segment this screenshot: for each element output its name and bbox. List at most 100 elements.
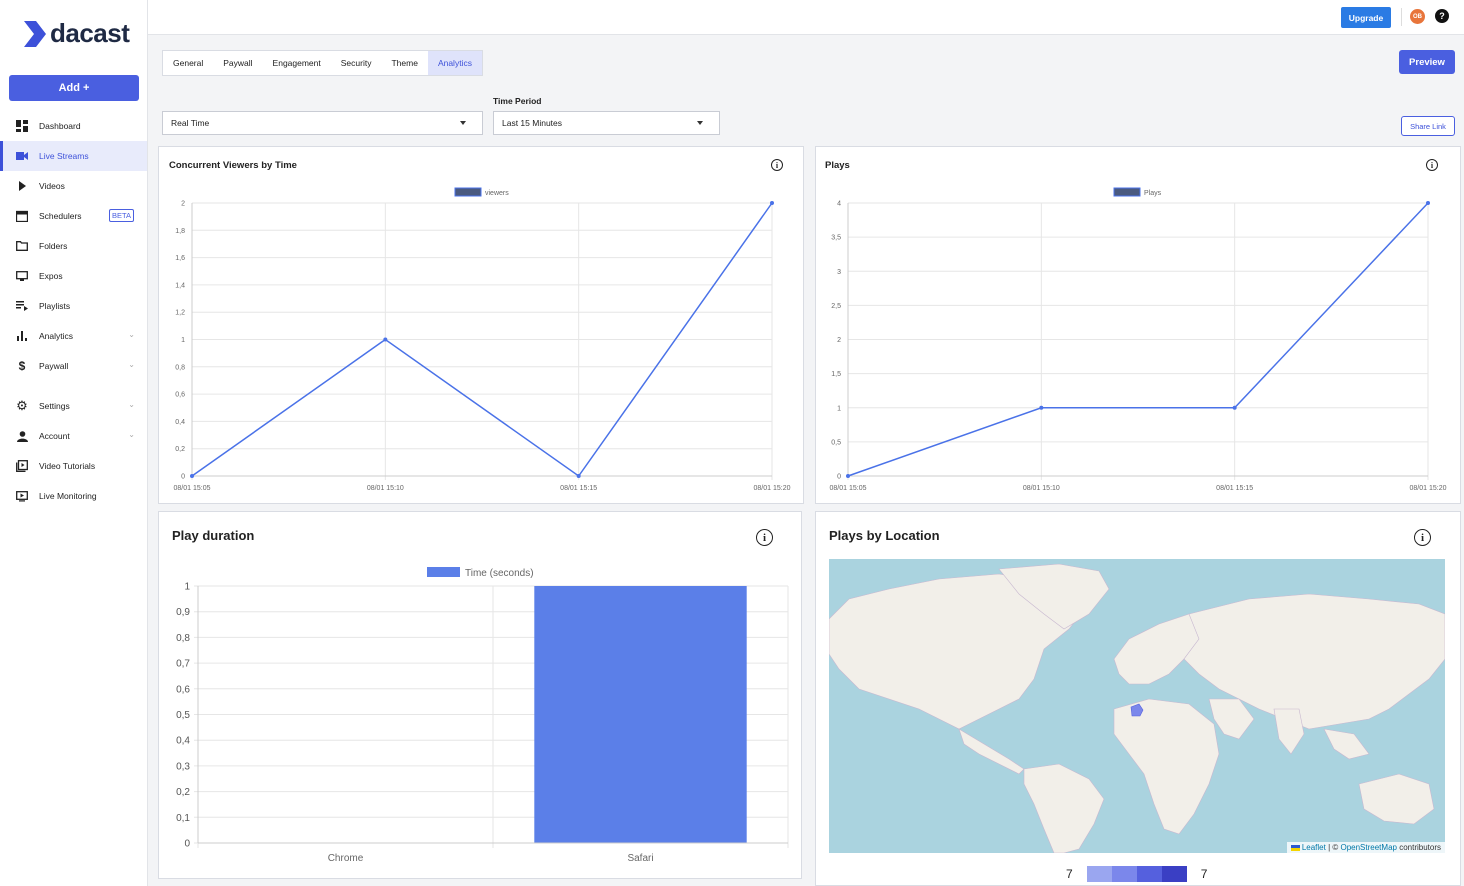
sidebar-item-account[interactable]: Account ⌄ bbox=[0, 421, 147, 451]
y-tick-label: 0,5 bbox=[176, 710, 190, 721]
sidebar-item-label: Account bbox=[39, 431, 70, 441]
tab-engagement[interactable]: Engagement bbox=[263, 51, 331, 75]
dacast-logo[interactable]: dacast bbox=[22, 18, 130, 49]
sidebar-item-label: Paywall bbox=[39, 361, 69, 371]
scale-swatch bbox=[1161, 866, 1187, 882]
x-tick-label: 08/01 15:15 bbox=[560, 485, 597, 492]
scale-max: 7 bbox=[1200, 867, 1208, 881]
sidebar-item-expos[interactable]: Expos bbox=[0, 261, 147, 291]
sidebar-item-schedulers[interactable]: Schedulers BETA bbox=[0, 201, 147, 231]
y-tick-label: 4 bbox=[837, 201, 841, 208]
y-tick-label: 0,3 bbox=[176, 761, 190, 772]
sidebar-item-label: Playlists bbox=[39, 301, 71, 311]
share-link-button[interactable]: Share Link bbox=[1401, 116, 1455, 136]
openstreetmap-link[interactable]: OpenStreetMap bbox=[1340, 843, 1396, 852]
world-map[interactable]: Leaflet | © OpenStreetMap contributors bbox=[829, 559, 1445, 853]
sidebar-item-paywall[interactable]: $ Paywall ⌄ bbox=[0, 351, 147, 381]
top-bar: Upgrade OB ? bbox=[148, 0, 1464, 35]
sidebar-item-settings[interactable]: ⚙ Settings ⌄ bbox=[0, 391, 147, 421]
sidebar-item-live-streams[interactable]: Live Streams bbox=[0, 141, 147, 171]
y-tick-label: 1,6 bbox=[175, 255, 185, 262]
legend-swatch bbox=[454, 187, 482, 197]
x-tick-label: 08/01 15:05 bbox=[830, 485, 867, 492]
sidebar-item-label: Expos bbox=[39, 271, 63, 281]
mode-select[interactable]: Real Time bbox=[162, 111, 483, 135]
tab-general[interactable]: General bbox=[163, 51, 213, 75]
user-icon bbox=[15, 429, 29, 443]
map-color-scale: 7 7 bbox=[1066, 866, 1207, 882]
y-tick-label: 2,5 bbox=[831, 303, 841, 310]
map-attribution: Leaflet | © OpenStreetMap contributors bbox=[1286, 842, 1445, 853]
dacast-logo-icon bbox=[24, 20, 46, 47]
dashboard-icon bbox=[15, 119, 29, 133]
africa bbox=[1113, 698, 1220, 835]
sidebar-item-videos[interactable]: Videos bbox=[0, 171, 147, 201]
sidebar-item-analytics[interactable]: Analytics ⌄ bbox=[0, 321, 147, 351]
y-tick-label: 2 bbox=[837, 337, 841, 344]
tab-paywall[interactable]: Paywall bbox=[213, 51, 262, 75]
play-duration-card: Play duration i Time (seconds) 0 0,1 0,2 0,3… bbox=[158, 511, 802, 879]
data-point bbox=[383, 337, 388, 342]
sidebar-item-label: Live Monitoring bbox=[39, 491, 97, 501]
y-tick-label: 1 bbox=[184, 582, 190, 593]
plays-by-location-card: Plays by Location i Leaflet | © OpenStre… bbox=[815, 511, 1461, 886]
y-tick-label: 0,4 bbox=[176, 736, 190, 747]
beta-badge: BETA bbox=[109, 209, 135, 222]
x-tick-label: 08/01 15:20 bbox=[754, 485, 791, 492]
x-tick-label: 08/01 15:20 bbox=[1410, 485, 1447, 492]
x-tick-label: 08/01 15:10 bbox=[1023, 485, 1060, 492]
attribution-text: contributors bbox=[1396, 843, 1441, 852]
info-icon[interactable]: i bbox=[1414, 529, 1431, 546]
sidebar-item-video-tutorials[interactable]: Video Tutorials bbox=[0, 451, 147, 481]
upgrade-button[interactable]: Upgrade bbox=[1341, 7, 1391, 28]
y-tick-label: 0 bbox=[181, 474, 185, 481]
add-button[interactable]: Add + bbox=[9, 75, 139, 101]
play-icon bbox=[15, 179, 29, 193]
tab-analytics[interactable]: Analytics bbox=[427, 51, 482, 75]
australia bbox=[1358, 773, 1435, 825]
sidebar-item-folders[interactable]: Folders bbox=[0, 231, 147, 261]
sidebar-item-dashboard[interactable]: Dashboard bbox=[0, 111, 147, 141]
help-icon[interactable]: ? bbox=[1435, 9, 1449, 23]
y-tick-label: 1,8 bbox=[175, 228, 185, 235]
playlist-icon bbox=[15, 299, 29, 313]
video-camera-icon bbox=[15, 149, 29, 163]
dollar-icon: $ bbox=[18, 359, 26, 373]
y-tick-label: 0,6 bbox=[176, 684, 190, 695]
south-america bbox=[1023, 763, 1105, 853]
y-tick-label: 2 bbox=[181, 201, 185, 208]
folder-icon bbox=[15, 239, 29, 253]
sidebar-item-label: Schedulers bbox=[39, 211, 82, 221]
tab-security[interactable]: Security bbox=[331, 51, 382, 75]
chevron-down-icon: ⌄ bbox=[128, 360, 135, 369]
x-tick-label: Chrome bbox=[328, 853, 364, 864]
data-point bbox=[190, 474, 194, 478]
y-tick-label: 0,1 bbox=[176, 813, 190, 824]
video-library-icon bbox=[15, 459, 29, 473]
scale-min: 7 bbox=[1066, 867, 1073, 881]
india bbox=[1273, 708, 1305, 755]
gear-icon: ⚙ bbox=[16, 398, 28, 413]
sidebar-item-live-monitoring[interactable]: Live Monitoring bbox=[0, 481, 147, 511]
x-tick-label: 08/01 15:15 bbox=[1216, 485, 1253, 492]
viewers-card: Concurrent Viewers by Time i viewers 0 0,2… bbox=[158, 146, 804, 504]
data-point bbox=[1039, 405, 1044, 410]
preview-button[interactable]: Preview bbox=[1399, 50, 1455, 74]
sidebar-item-label: Settings bbox=[39, 401, 70, 411]
tab-theme[interactable]: Theme bbox=[381, 51, 427, 75]
sidebar-item-label: Folders bbox=[39, 241, 68, 251]
chevron-down-icon: ⌄ bbox=[128, 330, 135, 339]
leaflet-link[interactable]: Leaflet bbox=[1302, 843, 1326, 852]
x-tick-label: 08/01 15:05 bbox=[174, 485, 211, 492]
y-tick-label: 3 bbox=[837, 269, 841, 276]
sidebar-item-playlists[interactable]: Playlists bbox=[0, 291, 147, 321]
avatar[interactable]: OB bbox=[1410, 9, 1425, 24]
sidebar-nav: Dashboard Live Streams Videos Schedulers… bbox=[0, 111, 147, 511]
settings-tabs: General Paywall Engagement Security Them… bbox=[162, 50, 483, 76]
y-tick-label: 0 bbox=[837, 474, 841, 481]
y-tick-label: 0 bbox=[184, 839, 190, 850]
data-point bbox=[770, 201, 774, 205]
y-tick-label: 0,9 bbox=[176, 607, 190, 618]
time-period-value: Last 15 Minutes bbox=[502, 118, 563, 128]
time-period-select[interactable]: Last 15 Minutes bbox=[493, 111, 720, 135]
